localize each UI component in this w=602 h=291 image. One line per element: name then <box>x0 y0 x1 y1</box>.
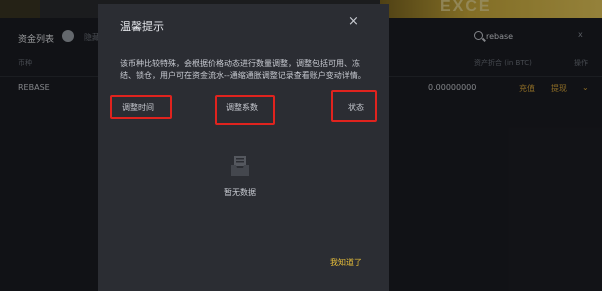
highlight-box-status <box>331 90 377 122</box>
modal-title: 温馨提示 <box>120 20 164 33</box>
notice-modal: 温馨提示 × 该币种比较特殊，会根据价格动态进行数量调整，调整包括可用、冻结、锁… <box>98 4 389 291</box>
modal-description: 该币种比较特殊，会根据价格动态进行数量调整，调整包括可用、冻结、锁仓，用户可在资… <box>120 59 366 80</box>
confirm-button[interactable]: 我知道了 <box>330 257 362 268</box>
empty-inbox-icon <box>231 156 249 176</box>
highlight-box-time <box>110 95 172 119</box>
highlight-box-factor <box>215 95 275 125</box>
empty-state-text: 暂无数据 <box>224 188 256 197</box>
close-icon[interactable]: × <box>348 14 359 29</box>
